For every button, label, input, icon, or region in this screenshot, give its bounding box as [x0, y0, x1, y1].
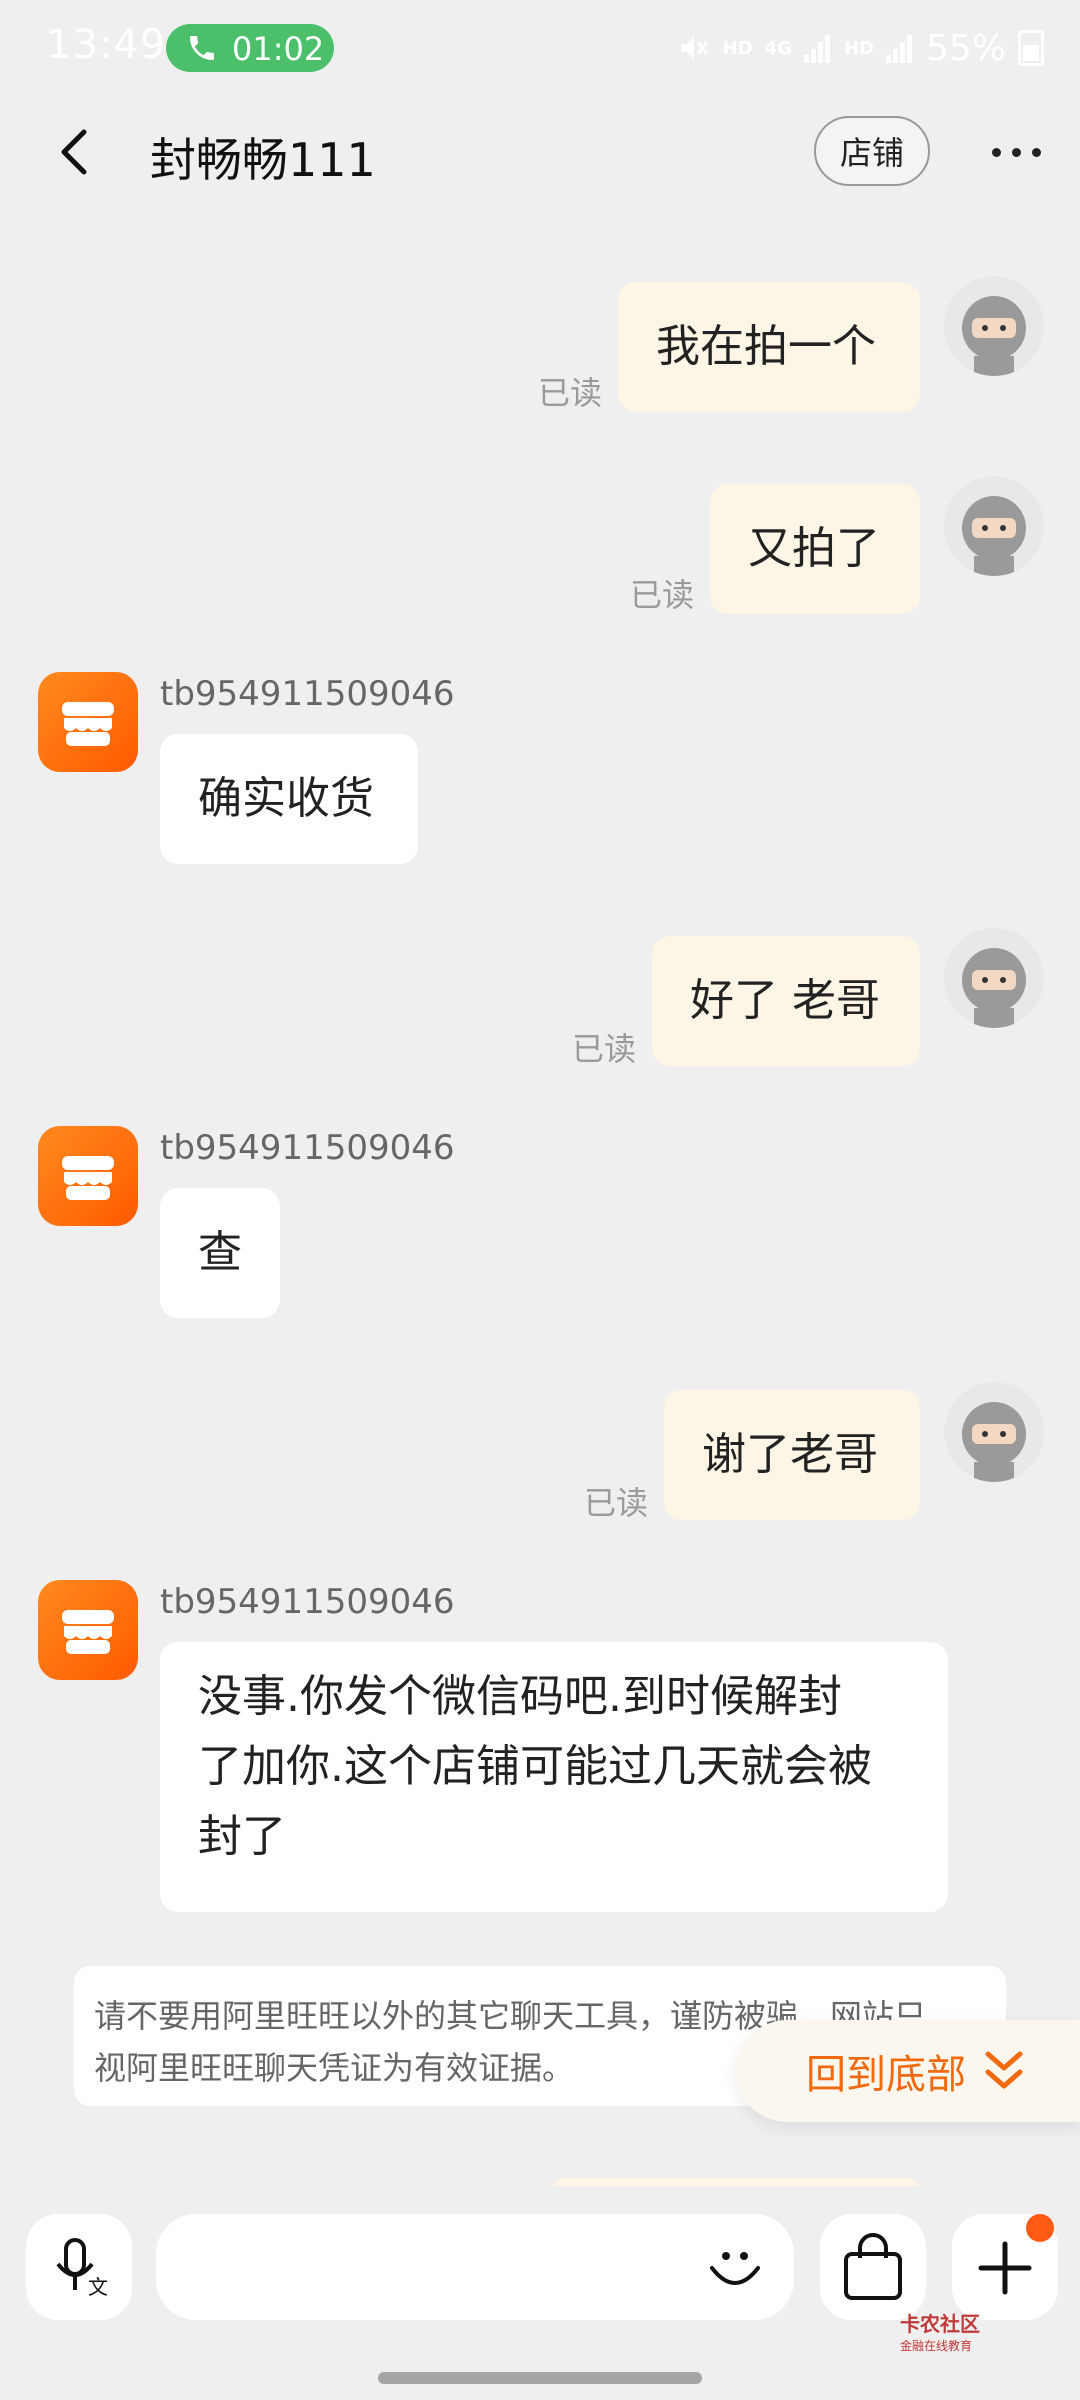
sender-name: tb954911509046	[160, 1582, 455, 1622]
phone-icon	[190, 36, 214, 60]
back-arrow-icon[interactable]	[46, 122, 106, 182]
home-indicator[interactable]	[378, 2372, 702, 2384]
ninja-avatar-icon	[962, 948, 1026, 1028]
hd-label-1: HD	[722, 37, 753, 59]
user-avatar[interactable]	[944, 1382, 1044, 1482]
emoji-icon[interactable]	[706, 2238, 764, 2296]
incoming-message[interactable]: 确实收货	[160, 734, 418, 864]
call-duration: 01:02	[232, 30, 325, 68]
battery-percent: 55%	[925, 27, 1006, 69]
signal-icon-2	[885, 35, 912, 63]
microphone-icon: 文	[56, 2238, 108, 2299]
read-status: 已读	[538, 374, 603, 412]
user-avatar[interactable]	[944, 476, 1044, 576]
read-status: 已读	[572, 1030, 637, 1068]
shop-avatar[interactable]	[38, 1580, 138, 1680]
voice-to-text-button[interactable]: 文	[26, 2214, 132, 2320]
more-options-icon[interactable]	[990, 126, 1046, 176]
back-to-bottom-button[interactable]: 回到底部	[736, 2020, 1080, 2122]
status-time: 13:49	[46, 22, 167, 68]
outgoing-message[interactable]: 又拍了	[710, 484, 920, 614]
shop-button[interactable]: 店铺	[814, 116, 930, 186]
shopping-bag-button[interactable]	[820, 2214, 926, 2320]
signal-icon	[803, 35, 830, 63]
message-input[interactable]	[156, 2214, 794, 2320]
notification-dot	[1026, 2214, 1054, 2242]
hd-label-2: HD	[843, 37, 874, 59]
4g-label: 4G	[764, 37, 792, 59]
shop-avatar[interactable]	[38, 1126, 138, 1226]
message-line: 封了	[198, 1811, 286, 1862]
outgoing-message[interactable]: 好了 老哥	[652, 936, 920, 1066]
incoming-message[interactable]: 查	[160, 1188, 280, 1318]
read-status: 已读	[630, 576, 695, 614]
chat-title: 封畅畅111	[150, 133, 376, 187]
ninja-avatar-icon	[962, 296, 1026, 376]
status-bar: 13:49 01:02 HD 4G HD 55%	[0, 0, 1080, 96]
battery-icon	[1018, 30, 1044, 66]
store-icon	[62, 1156, 114, 1200]
ninja-avatar-icon	[962, 1402, 1026, 1482]
store-icon	[62, 1610, 114, 1654]
back-to-bottom-label: 回到底部	[806, 2052, 966, 2098]
status-icons: HD 4G HD 55%	[677, 22, 1044, 74]
message-line: 没事.你发个微信码吧.到时候解封	[198, 1671, 842, 1722]
outgoing-message[interactable]: 我在拍一个	[618, 282, 920, 412]
user-avatar[interactable]	[944, 276, 1044, 376]
mute-icon	[680, 36, 708, 60]
watermark: 卡农社区 金融在线教育	[900, 2308, 1050, 2353]
ninja-avatar-icon	[962, 496, 1026, 576]
svg-text:文: 文	[88, 2275, 108, 2299]
ongoing-call-pill[interactable]: 01:02	[166, 24, 334, 72]
shopping-bag-icon	[844, 2233, 902, 2300]
watermark-title: 卡农社区	[900, 2312, 980, 2336]
sender-name: tb954911509046	[160, 1128, 455, 1168]
double-chevron-down-icon	[985, 2051, 1023, 2089]
watermark-subtitle: 金融在线教育	[900, 2339, 973, 2353]
input-bar: 文	[0, 2186, 1080, 2400]
read-status: 已读	[584, 1484, 649, 1522]
sender-name: tb954911509046	[160, 674, 455, 714]
store-icon	[62, 702, 114, 746]
message-line: 了加你.这个店铺可能过几天就会被	[198, 1741, 872, 1792]
outgoing-message[interactable]: 谢了老哥	[664, 1390, 920, 1520]
chat-header: 封畅畅111 店铺	[0, 96, 1080, 208]
user-avatar[interactable]	[944, 928, 1044, 1028]
shop-avatar[interactable]	[38, 672, 138, 772]
incoming-message[interactable]: 没事.你发个微信码吧.到时候解封 了加你.这个店铺可能过几天就会被 封了	[160, 1642, 948, 1912]
